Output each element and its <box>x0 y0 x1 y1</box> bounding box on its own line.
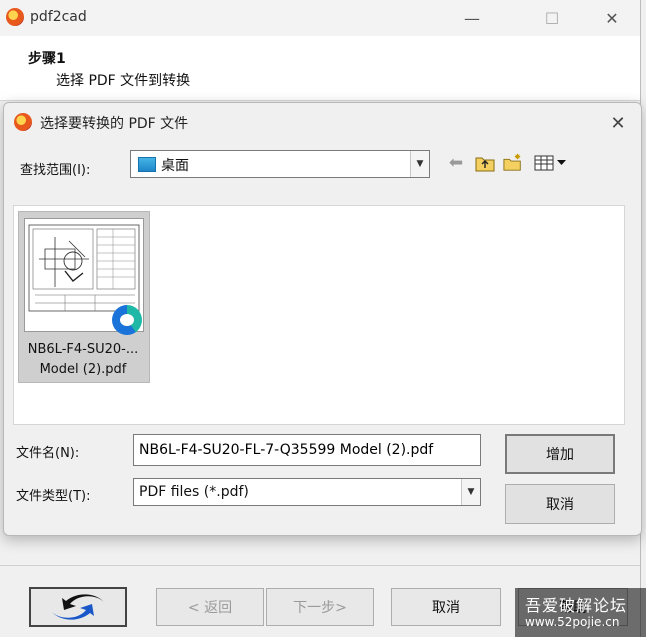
chevron-down-icon[interactable]: ▼ <box>410 151 429 177</box>
view-menu-icon[interactable] <box>533 153 569 173</box>
watermark: 吾爱破解论坛 www.52pojie.cn <box>515 588 646 637</box>
filetype-value: PDF files (*.pdf) <box>139 484 249 500</box>
look-in-combobox[interactable]: 桌面 ▼ <box>130 150 430 178</box>
back-arrow-icon[interactable]: ⬅ <box>446 153 466 173</box>
divider <box>0 565 640 566</box>
dialog-cancel-button[interactable]: 取消 <box>505 484 615 524</box>
pdf2cad-logo-icon <box>6 8 24 26</box>
desktop-icon <box>138 157 156 172</box>
watermark-line2: www.52pojie.cn <box>525 615 620 629</box>
filename-label: 文件名(N): <box>16 446 80 461</box>
file-name-line2: Model (2).pdf <box>39 362 127 377</box>
step-description: 选择 PDF 文件到转换 <box>56 73 191 89</box>
dialog-logo-icon <box>14 113 32 131</box>
new-folder-icon[interactable] <box>503 152 523 172</box>
up-folder-icon[interactable] <box>475 153 495 173</box>
dialog-title: 选择要转换的 PDF 文件 <box>40 116 189 132</box>
filetype-label: 文件类型(T): <box>16 489 91 504</box>
minimize-button[interactable]: — <box>452 0 492 36</box>
next-button[interactable]: 下一步> <box>266 588 374 626</box>
filename-input[interactable] <box>133 434 481 466</box>
edge-browser-icon <box>112 305 142 335</box>
file-name-line1: NB6L-F4-SU20-... <box>27 342 139 357</box>
window-title: pdf2cad <box>30 9 87 25</box>
step-title: 步骤1 <box>28 51 66 67</box>
filetype-combobox[interactable]: PDF files (*.pdf) ▼ <box>133 478 481 506</box>
watermark-line1: 吾爱破解论坛 <box>525 596 628 615</box>
cancel-button[interactable]: 取消 <box>391 588 501 626</box>
step-header <box>0 36 640 101</box>
add-button[interactable]: 增加 <box>505 434 615 474</box>
chevron-down-icon[interactable]: ▼ <box>461 479 480 505</box>
look-in-value: 桌面 <box>161 158 189 174</box>
convert-logo-button[interactable] <box>29 587 127 627</box>
dialog-close-button[interactable]: ✕ <box>600 108 636 138</box>
look-in-label: 查找范围(I): <box>20 163 91 178</box>
maximize-button[interactable]: ☐ <box>532 0 572 36</box>
close-button[interactable]: ✕ <box>592 0 632 36</box>
file-item-label: NB6L-F4-SU20-... Model (2).pdf <box>18 340 148 380</box>
back-button[interactable]: < 返回 <box>156 588 264 626</box>
